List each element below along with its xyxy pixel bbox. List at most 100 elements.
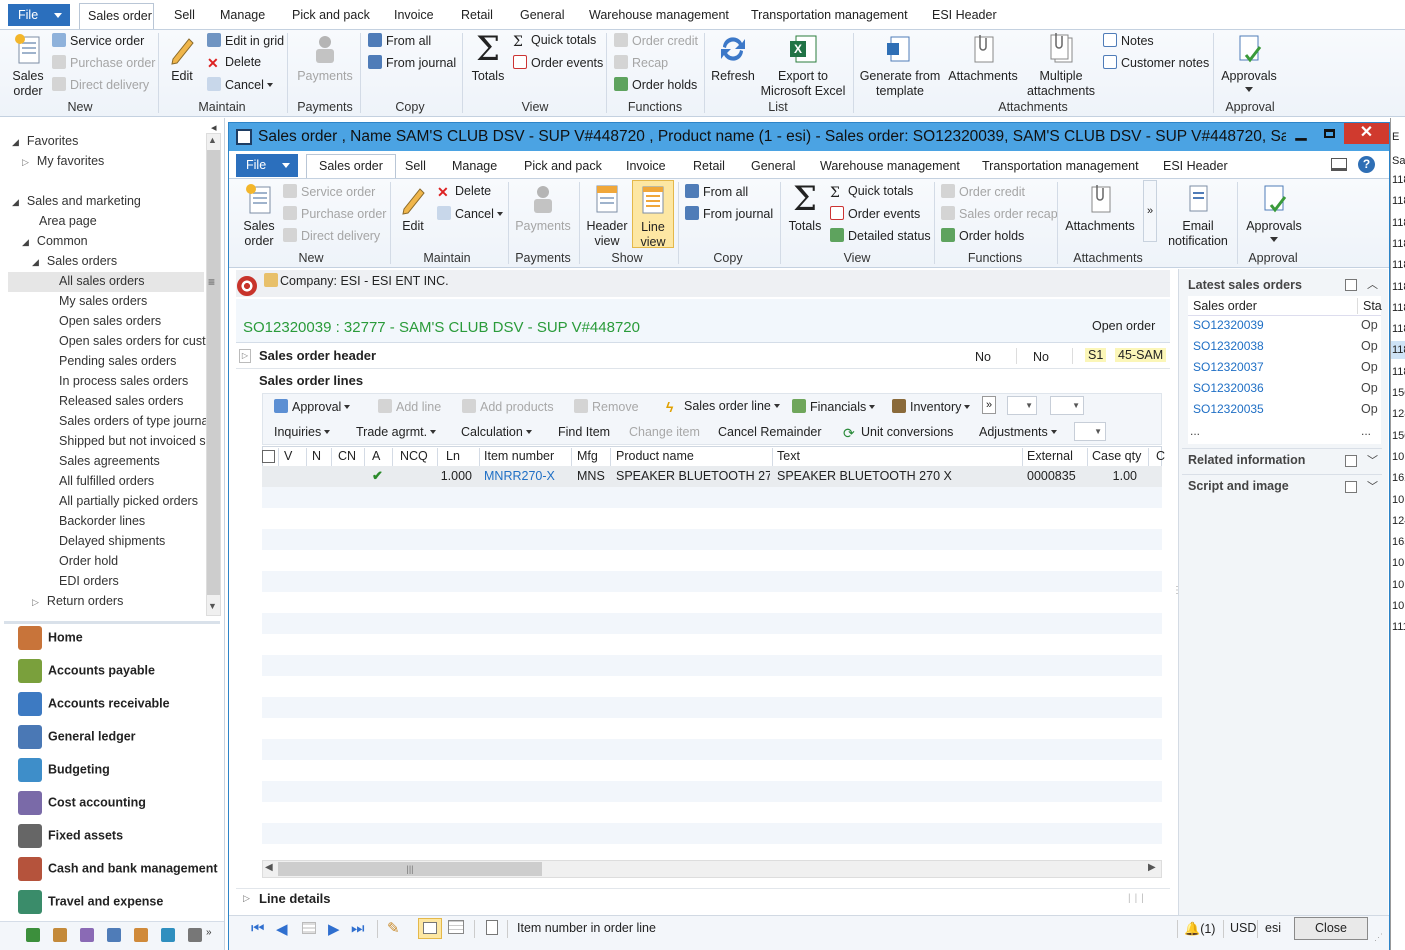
header-section-bar[interactable]	[236, 345, 1170, 369]
inner-recap-button[interactable]: Sales order recap	[941, 206, 1058, 221]
outer-customer-notes-button[interactable]: Customer notes	[1103, 55, 1209, 70]
module-shortcut-icon[interactable]	[26, 928, 40, 942]
grid-column-header[interactable]: Case qty	[1092, 446, 1141, 466]
outer-tab-pick-and-pack[interactable]: Pick and pack	[288, 4, 374, 26]
outer-service-order-button[interactable]: Service order	[52, 33, 144, 48]
remove-button[interactable]: Remove	[574, 399, 639, 414]
cancel-remainder-button[interactable]: Cancel Remainder	[718, 425, 822, 439]
window-minimize-button[interactable]: ▁	[1288, 125, 1314, 145]
outer-order-holds-button[interactable]: Order holds	[614, 77, 697, 92]
line-details-bar[interactable]	[236, 888, 1170, 912]
tree-item-3[interactable]: Open sales orders for custo...	[59, 334, 206, 348]
close-button[interactable]: Close	[1294, 917, 1368, 940]
tree-item-13[interactable]: Delayed shipments	[59, 534, 165, 548]
outer-tab-transportation[interactable]: Transportation management	[747, 4, 912, 26]
tree-area-page[interactable]: Area page	[39, 214, 97, 228]
nav-module-7[interactable]: Cash and bank management	[18, 857, 218, 881]
scroll-left-icon[interactable]: ◀	[265, 862, 273, 873]
inner-purchase-order-button[interactable]: Purchase order	[283, 206, 386, 221]
latest-order-link[interactable]: SO12320038	[1193, 339, 1264, 353]
tree-item-11[interactable]: All partially picked orders	[59, 494, 198, 508]
outer-tab-warehouse[interactable]: Warehouse management	[585, 4, 733, 26]
grid-column-header[interactable]: Ln	[446, 446, 460, 466]
cell-item-number-link[interactable]: MNRR270-X	[484, 469, 555, 483]
outer-from-journal-button[interactable]: From journal	[368, 55, 456, 70]
inner-sales-order-button[interactable]: Sales order	[240, 183, 278, 249]
tree-item-2[interactable]: Open sales orders	[59, 314, 161, 328]
sales-order-line-menu[interactable]: ϟ Sales order line	[666, 399, 780, 414]
nav-module-1[interactable]: Accounts payable	[18, 659, 155, 683]
outer-attachments-button[interactable]: Attachments	[946, 33, 1020, 84]
tree-item-7[interactable]: Sales orders of type journal	[59, 414, 206, 428]
grid-column-header[interactable]: C	[1156, 446, 1165, 466]
outer-export-excel-button[interactable]: X Export to Microsoft Excel	[760, 33, 846, 99]
scroll-right-icon[interactable]: ▶	[1148, 862, 1156, 873]
outer-recap-button[interactable]: Recap	[614, 55, 668, 70]
module-shortcut-icon[interactable]	[188, 928, 202, 942]
resize-grip-icon[interactable]: ⋰	[1374, 932, 1383, 943]
inner-email-notification-button[interactable]: Email notification	[1162, 183, 1234, 249]
nav-module-8[interactable]: Travel and expense	[18, 890, 163, 914]
tree-item-menu-icon[interactable]: ≡	[208, 275, 215, 289]
outer-sales-order-button[interactable]: Sales order	[10, 33, 46, 99]
toolbar-dropdown-1[interactable]: ▼	[1007, 396, 1037, 415]
window-maximize-button[interactable]	[1316, 125, 1342, 145]
more-modules-icon[interactable]: »	[206, 927, 212, 938]
tree-item-12[interactable]: Backorder lines	[59, 514, 145, 528]
nav-module-0[interactable]: Home	[18, 626, 83, 650]
nav-module-2[interactable]: Accounts receivable	[18, 692, 170, 716]
factbox-options-icon[interactable]	[1345, 455, 1357, 467]
outer-direct-delivery-button[interactable]: Direct delivery	[52, 77, 149, 92]
outer-tab-invoice[interactable]: Invoice	[390, 4, 438, 26]
outer-refresh-button[interactable]: Refresh	[710, 33, 756, 84]
currency-indicator[interactable]: USD	[1230, 921, 1256, 935]
financials-menu[interactable]: Financials	[792, 399, 875, 414]
edit-pencil-icon[interactable]: ✎	[387, 919, 400, 937]
tree-return-orders[interactable]: ▷ Return orders	[32, 594, 123, 608]
inner-approvals-button[interactable]: Approvals	[1243, 183, 1305, 242]
inner-detailed-status-button[interactable]: Detailed status	[830, 228, 931, 243]
inner-cancel-button[interactable]: Cancel	[437, 206, 503, 221]
outer-tab-manage[interactable]: Manage	[216, 4, 269, 26]
factbox-options-icon[interactable]	[1345, 481, 1357, 493]
tree-item-5[interactable]: In process sales orders	[59, 374, 188, 388]
inner-tab-sales-order[interactable]: Sales order	[306, 154, 396, 178]
tree-item-1[interactable]: My sales orders	[59, 294, 147, 308]
grid-hscroll-thumb[interactable]: |||	[278, 862, 542, 876]
inner-order-events-button[interactable]: Order events	[830, 206, 920, 221]
grid-column-header[interactable]: Mfg	[577, 446, 598, 466]
latest-orders-more[interactable]: ...	[1190, 424, 1200, 438]
inner-header-view-button[interactable]: Header view	[584, 183, 630, 249]
inner-order-credit-button[interactable]: Order credit	[941, 184, 1025, 199]
inner-file-button[interactable]: File	[236, 154, 298, 177]
outer-order-credit-button[interactable]: Order credit	[614, 33, 698, 48]
nav-module-4[interactable]: Budgeting	[18, 758, 110, 782]
module-shortcut-icon[interactable]	[107, 928, 121, 942]
tree-item-15[interactable]: EDI orders	[59, 574, 119, 588]
tree-item-14[interactable]: Order hold	[59, 554, 118, 568]
last-record-icon[interactable]: ⏭	[351, 920, 365, 937]
header-view-toggle[interactable]	[418, 918, 442, 939]
grid-column-header[interactable]: N	[312, 446, 321, 466]
grid-view-icon[interactable]	[302, 922, 316, 934]
expand-down-icon[interactable]: ﹀	[1367, 478, 1378, 494]
inner-from-all-button[interactable]: From all	[685, 184, 748, 199]
outer-from-all-button[interactable]: From all	[368, 33, 431, 48]
expand-arrow-icon[interactable]: ▷	[243, 893, 250, 904]
nav-scroll-thumb[interactable]	[207, 150, 220, 595]
tree-item-9[interactable]: Sales agreements	[59, 454, 160, 468]
first-record-icon[interactable]: ⏮	[251, 920, 265, 937]
inner-tab-warehouse[interactable]: Warehouse management	[816, 155, 964, 177]
outer-quick-totals-button[interactable]: Σ Quick totals	[513, 33, 596, 49]
outer-payments-button[interactable]: Payments	[296, 33, 354, 84]
inner-order-holds-button[interactable]: Order holds	[941, 228, 1024, 243]
expand-arrow-icon[interactable]: ▷	[239, 349, 251, 363]
outer-cancel-button[interactable]: Cancel	[207, 77, 273, 92]
inner-tab-invoice[interactable]: Invoice	[622, 155, 670, 177]
grid-column-header[interactable]: A	[372, 446, 380, 466]
outer-order-events-button[interactable]: Order events	[513, 55, 603, 70]
company-indicator[interactable]: esi	[1265, 921, 1281, 935]
outer-generate-template-button[interactable]: Generate from template	[858, 33, 942, 99]
grid-column-header[interactable]: External	[1027, 446, 1073, 466]
latest-order-link[interactable]: SO12320037	[1193, 360, 1264, 374]
